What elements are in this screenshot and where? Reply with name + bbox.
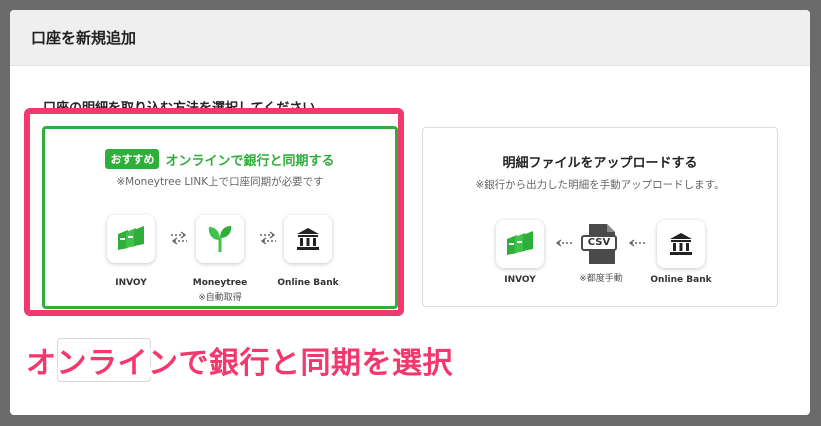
online-bank-label: Online Bank xyxy=(650,275,712,285)
invoy-icon xyxy=(496,220,544,268)
modal-title: 口座を新規追加 xyxy=(10,10,810,66)
csv-text: CSV xyxy=(587,237,611,248)
invoy-label: INVOY xyxy=(504,275,536,285)
arrow-left-icon xyxy=(555,239,572,247)
csv-file-icon: CSV xyxy=(581,222,621,266)
manual-each-time-note: ※都度手動 xyxy=(579,274,623,284)
manual-option-subtitle: ※銀行から出力した明細を手動アップロードします。 xyxy=(475,179,725,191)
manual-title-row: 明細ファイルをアップロードする xyxy=(423,152,777,171)
manual-option-title: 明細ファイルをアップロードする xyxy=(502,156,698,171)
annotation-caption: オンラインで銀行と同期を選択 xyxy=(26,346,453,381)
bank-icon xyxy=(657,220,705,268)
manual-upload-option[interactable]: 明細ファイルをアップロードする ※銀行から出力した明細を手動アップロードします。… xyxy=(422,127,778,307)
highlight-frame xyxy=(24,108,404,316)
arrow-left-icon xyxy=(628,239,645,247)
